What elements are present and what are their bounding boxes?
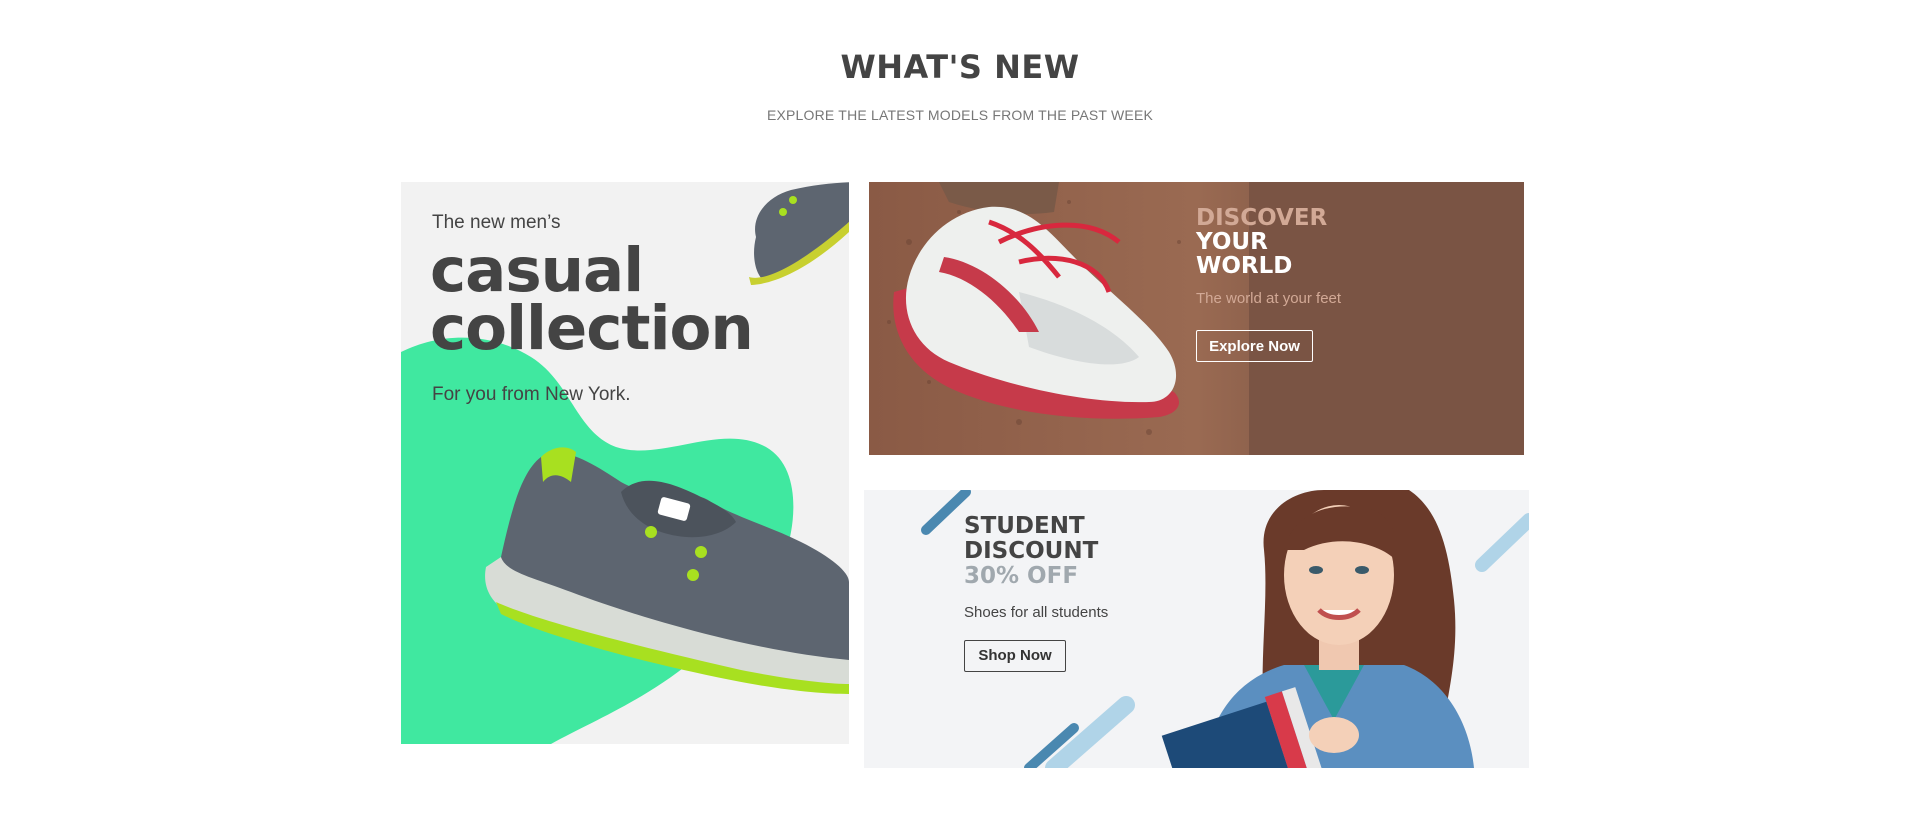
discover-tagline: The world at your feet bbox=[1196, 290, 1342, 307]
student-heading-line1: STUDENT bbox=[964, 513, 1085, 539]
section-subtitle: EXPLORE THE LATEST MODELS FROM THE PAST … bbox=[766, 107, 1154, 123]
casual-title-line2: collection bbox=[430, 293, 754, 364]
discover-heading-line3: WORLD bbox=[1196, 253, 1293, 279]
section-title: WHAT'S NEW bbox=[840, 48, 1080, 86]
student-discount-banner[interactable]: STUDENT DISCOUNT 30% OFF Shoes for all s… bbox=[864, 490, 1529, 768]
discover-heading-line1: DISCOVER bbox=[1196, 205, 1328, 231]
stripe-dark bbox=[921, 490, 971, 535]
shop-now-button[interactable]: Shop Now bbox=[964, 640, 1066, 672]
stripe-light bbox=[1475, 513, 1529, 572]
casual-title-line1: casual bbox=[430, 235, 644, 306]
casual-title: casual collection bbox=[430, 235, 754, 364]
discover-heading: DISCOVER YOUR WORLD bbox=[1196, 206, 1327, 278]
student-heading-line2: DISCOUNT bbox=[964, 538, 1099, 564]
explore-now-button[interactable]: Explore Now bbox=[1196, 330, 1313, 362]
casual-subtitle: For you from New York. bbox=[432, 384, 631, 405]
casual-pretitle: The new men’s bbox=[432, 212, 561, 233]
student-description: Shoes for all students bbox=[964, 604, 1109, 621]
student-heading: STUDENT DISCOUNT 30% OFF bbox=[964, 514, 1098, 589]
discover-world-banner[interactable]: DISCOVER YOUR WORLD The world at your fe… bbox=[869, 182, 1524, 455]
discover-heading-line2: YOUR bbox=[1196, 229, 1268, 255]
student-discount-percent: 30% OFF bbox=[964, 563, 1079, 589]
casual-collection-banner[interactable]: The new men’s casual collection For you … bbox=[401, 182, 849, 744]
student-photo bbox=[1161, 490, 1474, 768]
